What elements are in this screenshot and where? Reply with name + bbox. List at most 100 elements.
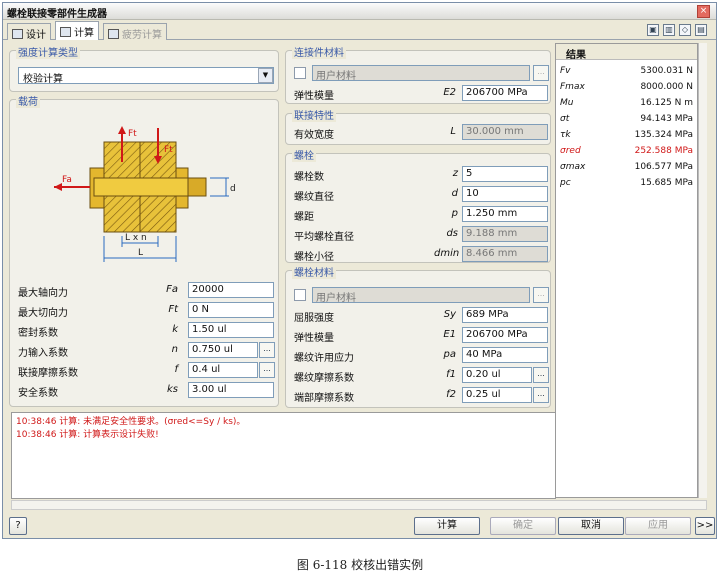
result-name: Fmax (560, 82, 585, 92)
bolt-material-row-field[interactable]: 0.25 ul (462, 387, 532, 403)
e2-field[interactable]: 206700 MPa (462, 85, 548, 101)
help-icon[interactable]: ? (9, 517, 27, 535)
load-row-symbol: f (174, 364, 178, 375)
load-row-symbol: k (172, 324, 178, 335)
e2-symbol: E2 (443, 87, 456, 98)
bolt-material-title: 螺栓材料 (292, 264, 336, 279)
calculate-button[interactable]: 计算 (414, 517, 480, 535)
bolt-material-row-symbol: Sy (443, 309, 456, 320)
result-value: 8000.000 N (640, 82, 693, 92)
eraser-icon[interactable]: ◇ (679, 24, 691, 36)
load-row-label: 力输入系数 (18, 348, 68, 359)
bolt-group: 螺栓 螺栓数 z 5 螺纹直径 d 10 螺距 p 1.250 mm 平均螺栓直径 ds 9.188 … (285, 147, 551, 263)
bolt-material-row-field[interactable]: 206700 MPa (462, 327, 548, 343)
vertical-scrollbar[interactable] (698, 43, 707, 498)
bolt-row-symbol: dmin (434, 248, 460, 259)
bolt-row-label: 螺栓小径 (294, 252, 334, 263)
window-title: 螺栓联接零部件生成器 (7, 9, 107, 20)
bolt-material-row-symbol: f1 (446, 369, 456, 380)
result-value: 15.685 MPa (640, 178, 693, 188)
tab-design[interactable]: 设计 (7, 23, 51, 41)
bolt-row-symbol: ds (446, 228, 458, 239)
load-row-browse[interactable]: ... (259, 342, 275, 358)
bolt-row-label: 平均螺栓直径 (294, 232, 354, 243)
calc-type-group: 强度计算类型 校验计算 ▼ (9, 44, 279, 92)
result-value: 16.125 N m (640, 98, 693, 108)
result-value: 5300.031 N (640, 66, 693, 76)
chart-icon[interactable]: ▥ (663, 24, 675, 36)
ok-button[interactable]: 确定 (490, 517, 556, 535)
result-value: 94.143 MPa (640, 114, 693, 124)
bolt-row-field[interactable]: 10 (462, 186, 548, 202)
bolt-material-row-label: 弹性模量 (294, 333, 334, 344)
report-icon[interactable]: ▤ (695, 24, 707, 36)
load-row-field[interactable]: 0.4 ul (188, 362, 258, 378)
tab-calculation[interactable]: 计算 (55, 21, 99, 40)
effective-width-symbol: L (450, 126, 456, 137)
load-row-label: 最大轴向力 (18, 288, 68, 299)
apply-button[interactable]: 应用 (625, 517, 691, 535)
bolt-material-row-field[interactable]: 0.20 ul (462, 367, 532, 383)
user-material-field[interactable]: 用户材料 (312, 65, 530, 81)
tab-fatigue[interactable]: 疲劳计算 (103, 23, 167, 41)
load-row-field[interactable]: 1.50 ul (188, 322, 274, 338)
calculation-icon (60, 27, 71, 37)
bolt-row-field[interactable]: 1.250 mm (462, 206, 548, 222)
joint-title: 联接特性 (292, 107, 336, 122)
result-name: τk (560, 130, 571, 140)
load-row-field[interactable]: 0 N (188, 302, 274, 318)
label-l: L (138, 248, 143, 258)
results-title: 结果 (556, 44, 697, 61)
load-row-browse[interactable]: ... (259, 362, 275, 378)
load-row-label: 密封系数 (18, 328, 58, 339)
bolt-user-material-field[interactable]: 用户材料 (312, 287, 530, 303)
label-ft: Ft (128, 129, 137, 139)
bolt-row-symbol: p (451, 208, 458, 219)
result-row: τk 135.324 MPa (556, 130, 697, 144)
generator-window: 螺栓联接零部件生成器 × 设计 计算 疲劳计算 ▣ ▥ ◇ ▤ 强度计算类型 校… (2, 2, 717, 539)
horizontal-scrollbar[interactable] (11, 500, 707, 510)
close-button[interactable]: × (697, 5, 710, 18)
bolt-row-field[interactable]: 9.188 mm (462, 226, 548, 242)
bolt-material-row-browse[interactable]: ... (533, 387, 549, 403)
cancel-button[interactable]: 取消 (558, 517, 624, 535)
load-row-symbol: Fa (166, 284, 178, 295)
load-row-field[interactable]: 20000 (188, 282, 274, 298)
result-value: 106.577 MPa (634, 162, 693, 172)
bolt-user-material-checkbox[interactable] (294, 289, 306, 301)
bolt-user-material-browse[interactable]: ... (533, 287, 549, 303)
user-material-checkbox[interactable] (294, 67, 306, 79)
result-row: Mu 16.125 N m (556, 98, 697, 112)
calc-type-select[interactable]: 校验计算 (18, 67, 274, 85)
result-name: pc (560, 178, 571, 188)
more-button[interactable]: >> (695, 517, 715, 535)
bolt-material-row-field[interactable]: 40 MPa (462, 347, 548, 363)
fatigue-icon (108, 29, 119, 39)
design-icon (12, 29, 23, 39)
load-title: 载荷 (16, 93, 40, 108)
bolt-material-row-symbol: E1 (443, 329, 456, 340)
bolt-row-label: 螺栓数 (294, 172, 324, 183)
result-row: pc 15.685 MPa (556, 178, 697, 192)
bolt-row-field[interactable]: 5 (462, 166, 548, 182)
result-name: σmax (560, 162, 586, 172)
bolt-material-row-field[interactable]: 689 MPa (462, 307, 548, 323)
bolt-material-row-label: 屈服强度 (294, 313, 334, 324)
calc-type-title: 强度计算类型 (16, 44, 80, 59)
load-row-symbol: n (171, 344, 178, 355)
result-row: σred 252.588 MPa (556, 146, 697, 160)
save-icon[interactable]: ▣ (647, 24, 659, 36)
load-row-field[interactable]: 0.750 ul (188, 342, 258, 358)
tab-design-label: 设计 (26, 30, 46, 41)
user-material-browse[interactable]: ... (533, 65, 549, 81)
e2-label: 弹性模量 (294, 91, 334, 102)
load-group: 载荷 Ft Ft Fa d L x n L 最大轴向力 Fa 20000 最大切… (9, 93, 279, 407)
tab-bar: 设计 计算 疲劳计算 ▣ ▥ ◇ ▤ (3, 21, 716, 41)
bolt-material-row-browse[interactable]: ... (533, 367, 549, 383)
log-line: 10:38:46 计算: 未满足安全性要求。(σred<=Sy / ks)。 (16, 417, 246, 427)
bolt-row-field[interactable]: 8.466 mm (462, 246, 548, 262)
load-row-field[interactable]: 3.00 ul (188, 382, 274, 398)
chevron-down-icon[interactable]: ▼ (258, 68, 273, 83)
effective-width-field[interactable]: 30.000 mm (462, 124, 548, 140)
joined-material-group: 连接件材料 用户材料 ... 弹性模量 E2 206700 MPa (285, 44, 551, 104)
